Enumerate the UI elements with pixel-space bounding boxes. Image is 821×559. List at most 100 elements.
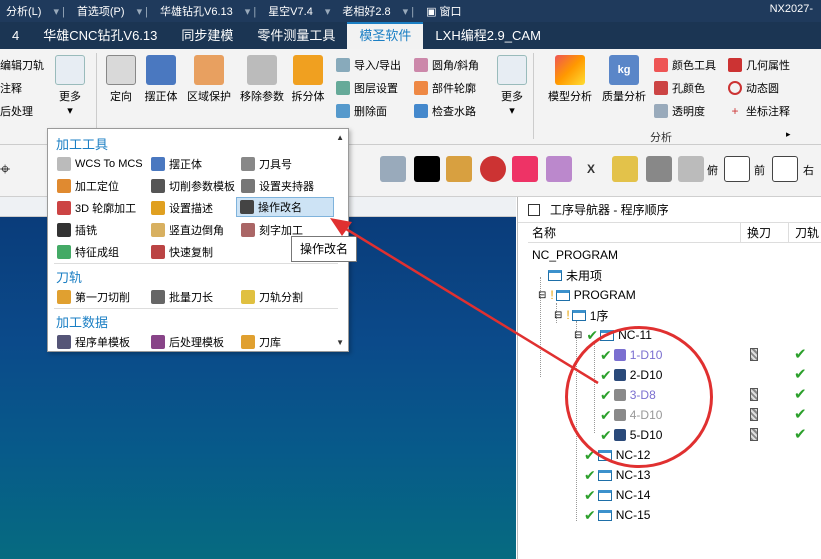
split-body-button[interactable]: 拆分体 <box>288 55 328 104</box>
menu-item-tool-library[interactable]: 刀库 <box>238 332 284 352</box>
part-outline-button[interactable]: 部件轮廓 <box>414 80 476 96</box>
more-label: 更多 <box>59 91 81 103</box>
align-body-button[interactable]: 摆正体 <box>140 55 182 104</box>
toolpath-ok-icon: ✔ <box>794 366 807 383</box>
folder-icon[interactable] <box>612 156 638 182</box>
menu-item-label: 摆正体 <box>169 159 202 171</box>
menu-item-wcs-to-mcs[interactable]: WCS To MCS <box>54 154 146 174</box>
crosshair-icon[interactable]: ⌖ <box>0 156 26 182</box>
more-button[interactable]: 更多 ▾ <box>50 55 90 117</box>
mass-analysis-button[interactable]: kg 质量分析 <box>598 55 650 104</box>
tree-row[interactable]: ⊟! 1序 <box>528 305 821 325</box>
ribbon-tab-bar: 4 华雄CNC钻孔V6.13 同步建模 零件测量工具 模圣软件 LXH编程2.9… <box>0 22 821 49</box>
ribbon-edit-toolpath[interactable]: 编辑刀轨 <box>0 57 44 73</box>
orient-button[interactable]: 定向 <box>102 55 140 104</box>
menu-item-vertical-chamfer[interactable]: 竖直边倒角 <box>148 220 227 240</box>
menu-xingkong[interactable]: 星空V7.4 <box>262 3 319 19</box>
folder-icon <box>548 269 562 281</box>
color-sphere-icon[interactable] <box>480 156 506 182</box>
menu-window[interactable]: ▣ 窗口 <box>420 3 467 19</box>
menu-analysis[interactable]: 分析(L) <box>0 3 47 19</box>
menu-item-set-description[interactable]: 设置描述 <box>148 198 216 218</box>
more-button-2[interactable]: 更多 ▾ <box>494 55 530 117</box>
cube-icon[interactable] <box>512 156 538 182</box>
transparency-button[interactable]: 透明度 <box>654 103 705 119</box>
position-icon <box>57 179 71 193</box>
scroll-up-icon[interactable]: ▲ <box>336 133 344 142</box>
section-title: 刀轨 <box>56 270 83 285</box>
remove-params-button[interactable]: 移除参数 <box>236 55 288 104</box>
menu-item-3d-contour[interactable]: 3D 轮廓加工 <box>54 198 139 218</box>
menu-laoxianghao[interactable]: 老相好2.8 <box>336 3 396 19</box>
layer-settings-button[interactable]: 图层设置 <box>336 80 398 96</box>
kg-icon: kg <box>609 55 639 85</box>
ruler-icon[interactable] <box>380 156 406 182</box>
front-view-icon[interactable] <box>724 156 750 182</box>
model-analysis-button[interactable]: 模型分析 <box>544 55 596 104</box>
tree-row[interactable]: ⊟! PROGRAM <box>528 285 821 305</box>
geometry-props-button[interactable]: 几何属性 <box>728 57 790 73</box>
menu-item-first-cut[interactable]: 第一刀切削 <box>54 287 133 307</box>
menu-item-program-template[interactable]: 程序单模板 <box>54 332 133 352</box>
split-body-icon <box>293 55 323 85</box>
column-toolpath[interactable]: 刀轨 <box>788 223 821 242</box>
tree-row[interactable]: ✔ NC-13 <box>528 465 821 485</box>
ribbon-postprocess[interactable]: 后处理 <box>0 103 33 119</box>
tab-huaxiong-cnc[interactable]: 华雄CNC钻孔V6.13 <box>31 22 169 49</box>
menu-item-post-template[interactable]: 后处理模板 <box>148 332 227 352</box>
tree-row[interactable]: 未用项 <box>528 265 821 285</box>
tab-partial[interactable]: 4 <box>0 22 31 49</box>
expand-icon[interactable]: ▸ <box>786 129 791 140</box>
tree-row[interactable]: ✔ NC-15 <box>528 505 821 525</box>
menu-item-align-body[interactable]: 摆正体 <box>148 154 205 174</box>
menu-item-plunge-mill[interactable]: 插铣 <box>54 220 100 240</box>
shaded-icon[interactable] <box>446 156 472 182</box>
section-icon[interactable] <box>546 156 572 182</box>
folder-icon <box>571 309 586 321</box>
color-tool-button[interactable]: 颜色工具 <box>654 57 716 73</box>
tab-part-measure[interactable]: 零件测量工具 <box>245 22 347 49</box>
fillet-chamfer-button[interactable]: 圆角/斜角 <box>414 57 479 73</box>
import-export-label: 导入/导出 <box>354 60 402 72</box>
hole-color-button[interactable]: 孔颜色 <box>654 80 705 96</box>
right-view-icon[interactable] <box>772 156 798 182</box>
delete-face-button[interactable]: 删除面 <box>336 103 387 119</box>
folder-icon <box>597 489 612 501</box>
menu-item-quick-copy[interactable]: 快速复制 <box>148 242 216 262</box>
region-protect-button[interactable]: 区域保护 <box>184 55 234 104</box>
menu-huaxiong[interactable]: 华雄钻孔V6.13 <box>154 3 239 19</box>
xy-icon[interactable]: X <box>578 156 604 182</box>
tab-lxh-cam[interactable]: LXH编程2.9_CAM <box>423 22 552 49</box>
menu-item-feature-group[interactable]: 特征成组 <box>54 242 122 262</box>
menu-item-batch-tool-length[interactable]: 批量刀长 <box>148 287 216 307</box>
tab-sync-modeling[interactable]: 同步建模 <box>169 22 245 49</box>
tree-row[interactable]: ✔ NC-14 <box>528 485 821 505</box>
tab-mosheng[interactable]: 模圣软件 <box>347 22 424 49</box>
collapse-icon[interactable]: ⊟ <box>554 310 562 321</box>
column-toolchange[interactable]: 换刀 <box>740 223 788 242</box>
menu-item-set-holder[interactable]: 设置夹持器 <box>238 176 317 196</box>
menu-item-toolpath-split[interactable]: 刀轨分割 <box>238 287 306 307</box>
menu-item-rename-operation[interactable]: 操作改名 <box>236 197 334 217</box>
black-square-icon[interactable] <box>414 156 440 182</box>
column-name[interactable]: 名称 <box>528 223 740 242</box>
dynamic-circle-button[interactable]: 动态圆 <box>728 80 779 96</box>
ribbon-annotation[interactable]: 注释 <box>0 80 22 96</box>
check-waterway-button[interactable]: 检查水路 <box>414 103 476 119</box>
menu-item-cut-params[interactable]: 切削参数模板 <box>148 176 238 196</box>
scroll-down-icon[interactable]: ▼ <box>336 338 344 347</box>
collapse-icon[interactable]: ⊟ <box>574 330 582 341</box>
solid-icon[interactable] <box>646 156 672 182</box>
import-export-button[interactable]: 导入/导出 <box>336 57 401 73</box>
top-view-icon[interactable] <box>678 156 704 182</box>
menu-item-tool-number[interactable]: 刀具号 <box>238 154 295 174</box>
menu-preferences[interactable]: 首选项(P) <box>71 3 131 19</box>
coord-note-button[interactable]: + 坐标注释 <box>728 103 790 119</box>
delete-face-icon <box>336 104 350 118</box>
collapse-icon[interactable]: ⊟ <box>538 290 546 301</box>
toolpath-ok-icon: ✔ <box>794 346 807 363</box>
tree-row[interactable]: NC_PROGRAM <box>528 245 821 265</box>
menu-item-label: 批量刀长 <box>169 292 213 304</box>
menu-item-label: 设置夹持器 <box>259 181 314 193</box>
menu-item-machining-position[interactable]: 加工定位 <box>54 176 122 196</box>
